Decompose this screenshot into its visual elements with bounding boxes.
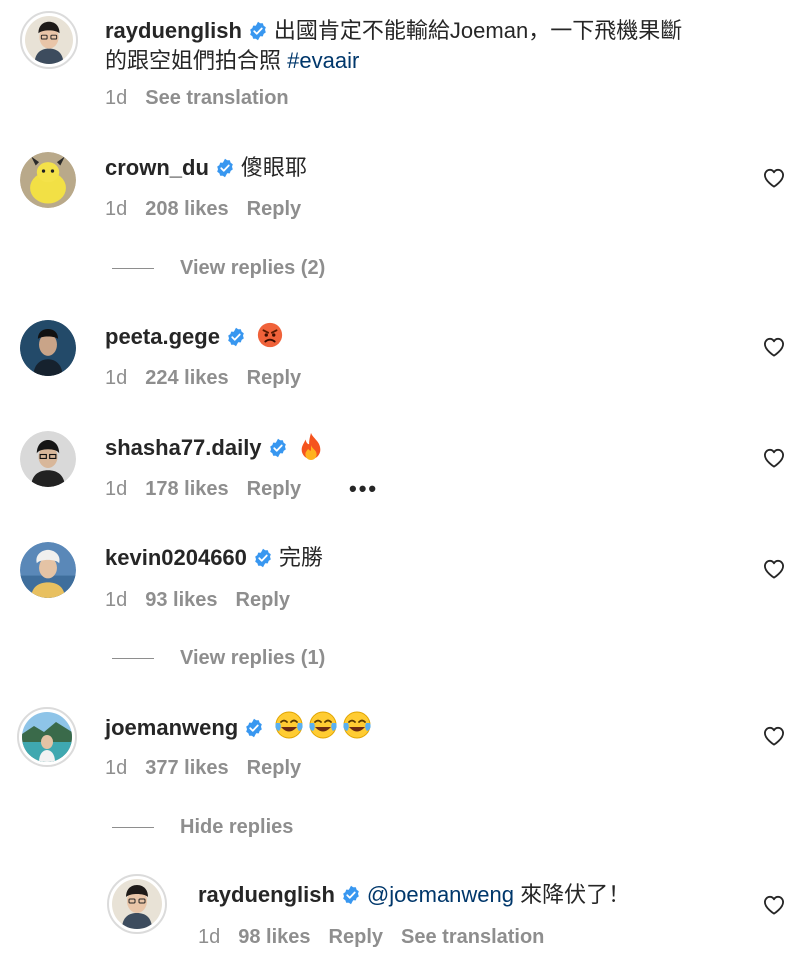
see-translation-button[interactable]: See translation (145, 87, 288, 109)
reply-button[interactable]: Reply (247, 198, 301, 220)
username[interactable]: rayduenglish (105, 18, 242, 43)
tears-of-joy-icon (342, 710, 372, 740)
hide-replies-label: Hide replies (180, 816, 294, 838)
reply-button[interactable]: Reply (247, 757, 301, 779)
avatar-image (20, 431, 76, 487)
view-replies-label: View replies (1) (180, 647, 326, 669)
caption-text-2: 的跟空姐們拍合照 (105, 48, 282, 73)
comment-meta: 1d 224 likes Reply (105, 366, 319, 390)
comment-text: 完勝 (278, 545, 323, 570)
comment-line: kevin0204660 完勝 (105, 543, 323, 573)
avatar[interactable] (20, 320, 76, 376)
see-translation-button[interactable]: See translation (401, 926, 544, 948)
like-heart-icon[interactable] (763, 895, 785, 915)
mention-link[interactable]: @joemanweng (367, 882, 514, 907)
view-replies-label: View replies (2) (180, 257, 326, 279)
divider-line (112, 827, 154, 829)
comment-line: crown_du 傻眼耶 (105, 153, 307, 183)
tears-of-joy-icon (308, 710, 338, 740)
avatar-image (112, 879, 162, 929)
timestamp[interactable]: 1d (105, 589, 127, 611)
username[interactable]: kevin0204660 (105, 545, 247, 570)
caption-line-2: 的跟空姐們拍合照 #evaair (105, 46, 359, 76)
likes-count[interactable]: 93 likes (145, 589, 217, 611)
reply-meta: 1d 98 likes Reply See translation (198, 925, 562, 949)
username[interactable]: rayduenglish (198, 882, 335, 907)
tears-of-joy-icon (274, 710, 304, 740)
caption-meta: 1d See translation (105, 86, 307, 110)
comment-line: peeta.gege (105, 321, 284, 352)
avatar[interactable] (17, 707, 77, 767)
timestamp[interactable]: 1d (105, 478, 127, 500)
view-replies-button[interactable]: View replies (2) (112, 256, 325, 280)
reply-button[interactable]: Reply (329, 926, 383, 948)
username[interactable]: joemanweng (105, 715, 238, 740)
avatar[interactable] (20, 542, 76, 598)
comment-meta: 1d 178 likes Reply (105, 477, 319, 501)
verified-icon (268, 438, 288, 458)
avatar-image (20, 542, 76, 598)
caption-text: 出國肯定不能輸給Joeman，一下飛機果斷 (273, 18, 683, 43)
timestamp[interactable]: 1d (105, 757, 127, 779)
hashtag-link[interactable]: #evaair (287, 48, 359, 73)
verified-icon (253, 548, 273, 568)
avatar-image (22, 712, 72, 762)
more-options-icon[interactable]: ••• (349, 476, 378, 502)
likes-count[interactable]: 224 likes (145, 367, 228, 389)
like-heart-icon[interactable] (763, 337, 785, 357)
username[interactable]: peeta.gege (105, 324, 220, 349)
pouting-face-icon (257, 322, 283, 348)
like-heart-icon[interactable] (763, 448, 785, 468)
view-replies-button[interactable]: View replies (1) (112, 646, 325, 670)
avatar-image (20, 320, 76, 376)
avatar[interactable] (20, 152, 76, 208)
like-heart-icon[interactable] (763, 168, 785, 188)
like-heart-icon[interactable] (763, 726, 785, 746)
comment-line: joemanweng (105, 710, 372, 743)
avatar[interactable] (107, 874, 167, 934)
likes-count[interactable]: 98 likes (238, 926, 310, 948)
comment-line: shasha77.daily (105, 432, 324, 463)
divider-line (112, 268, 154, 270)
comment-meta: 1d 208 likes Reply (105, 197, 319, 221)
comment-meta: 1d 377 likes Reply (105, 756, 319, 780)
reply-button[interactable]: Reply (247, 478, 301, 500)
comment-text: 傻眼耶 (240, 155, 307, 180)
verified-icon (244, 718, 264, 738)
likes-count[interactable]: 208 likes (145, 198, 228, 220)
hide-replies-button[interactable]: Hide replies (112, 815, 293, 839)
like-heart-icon[interactable] (763, 559, 785, 579)
avatar[interactable] (20, 431, 76, 487)
timestamp[interactable]: 1d (198, 926, 220, 948)
username[interactable]: crown_du (105, 155, 209, 180)
avatar[interactable] (20, 11, 78, 69)
verified-icon (341, 885, 361, 905)
verified-icon (215, 158, 235, 178)
avatar-image (25, 16, 73, 64)
reply-line: rayduenglish @joemanweng 來降伏了！ (198, 880, 630, 910)
username[interactable]: shasha77.daily (105, 435, 262, 460)
likes-count[interactable]: 178 likes (145, 478, 228, 500)
reply-text: 來降伏了！ (514, 882, 631, 907)
timestamp[interactable]: 1d (105, 198, 127, 220)
caption-line-1: rayduenglish 出國肯定不能輸給Joeman，一下飛機果斷 (105, 16, 682, 46)
fire-icon (301, 432, 320, 460)
reply-button[interactable]: Reply (247, 367, 301, 389)
divider-line (112, 658, 154, 660)
reply-button[interactable]: Reply (236, 589, 290, 611)
avatar-image (20, 152, 76, 208)
comment-meta: 1d 93 likes Reply (105, 588, 308, 612)
verified-icon (248, 21, 268, 41)
likes-count[interactable]: 377 likes (145, 757, 228, 779)
verified-icon (226, 327, 246, 347)
timestamp[interactable]: 1d (105, 87, 127, 109)
timestamp[interactable]: 1d (105, 367, 127, 389)
